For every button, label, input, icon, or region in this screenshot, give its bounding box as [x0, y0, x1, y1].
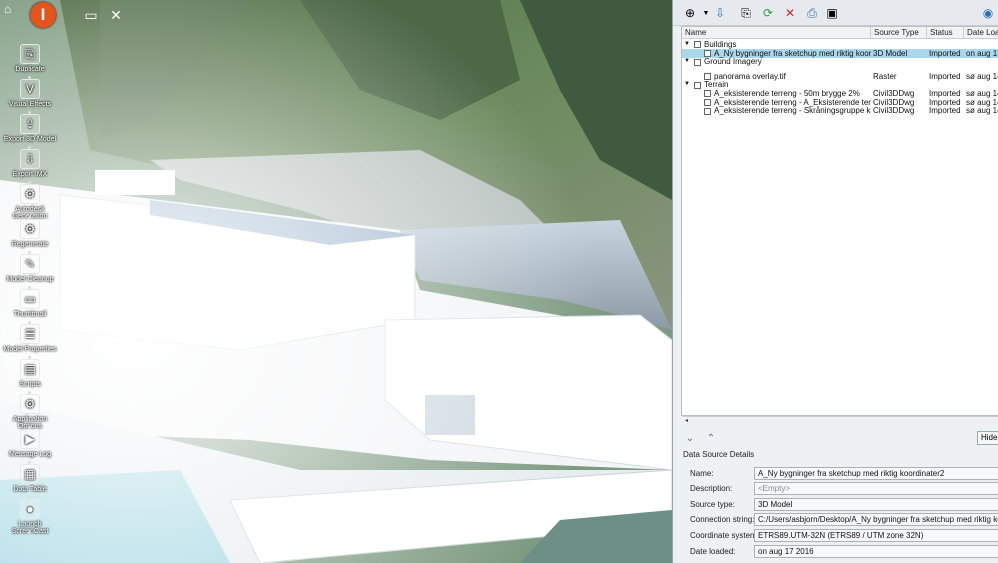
rail-item-label: Duplicate — [15, 66, 45, 73]
import-icon[interactable]: ⇩ — [711, 4, 729, 22]
rail-item-label: Model Cleanup — [6, 276, 54, 283]
rail-item-label: Scripts — [19, 381, 41, 388]
detail-label: Source type: — [690, 500, 735, 509]
regenerate-icon: ⚙ — [20, 219, 40, 239]
tool-rail: ⌂ I ▭ ✕ ⎘ Duplicate V Visual Effects ⇪ Export… — [0, 0, 122, 563]
expand-down-icon[interactable]: ⌄ — [683, 431, 697, 445]
rail-item-regenerate[interactable]: ⚙ Regenerate — [0, 219, 60, 248]
tree-group-row[interactable]: ▼ Ground Imagery — [682, 57, 998, 66]
detail-field-date-loaded[interactable]: on aug 17 2016 — [754, 545, 998, 558]
rail-item-thumbnail[interactable]: ▭ Thumbnail — [0, 289, 60, 318]
rail-item-label: Export IMX — [12, 171, 48, 178]
rail-item-model-cleanup[interactable]: ✎ Model Cleanup — [0, 254, 60, 283]
data-sources-grid: Name Source Type Status Date Load ▼Build… — [681, 26, 998, 416]
rail-item-scripts[interactable]: ▤ Scripts — [0, 359, 60, 388]
rail-item-label: Message Log — [8, 451, 52, 458]
data-sources-toolbar: ⊕ ▼ ⇩ ⎘ ⟳ ✕ ⎙ ▣ ◉ — [673, 0, 998, 26]
rail-separator — [28, 531, 31, 534]
tools-icon[interactable]: ✕ — [105, 6, 127, 24]
detail-field-connection-string[interactable]: C:/Users/asbjorn/Desktop/A_Ny bygninger … — [754, 513, 998, 526]
column-header-date-loaded[interactable]: Date Load — [964, 27, 998, 39]
expand-arrow-icon[interactable]: ▼ — [684, 57, 690, 66]
configure-icon[interactable]: ⎘ — [737, 4, 755, 22]
rail-item-export-3d-model[interactable]: ⇪ Export 3D Model — [0, 114, 60, 143]
export-3d-model-icon: ⇪ — [20, 114, 40, 134]
brand-logo[interactable]: I — [30, 2, 56, 28]
home-icon[interactable]: ⌂ — [4, 2, 11, 16]
detail-label: Connection string: — [690, 515, 755, 524]
detail-field-name[interactable]: A_Ny bygninger fra sketchup med riktig k… — [754, 467, 998, 480]
column-header-name[interactable]: Name — [682, 27, 871, 39]
detail-label: Description: — [690, 484, 733, 493]
source-name: A_eksisterende terreng - Skråningsgruppe… — [714, 106, 871, 116]
column-header-status[interactable]: Status — [927, 27, 964, 39]
screencast-icon: ● — [20, 499, 40, 519]
data-source-row[interactable]: A_eksisterende terreng - Skråningsgruppe… — [682, 106, 998, 115]
source-type: Civil3DDwg — [873, 106, 915, 116]
detail-label: Coordinate system: — [690, 531, 759, 540]
monitor-icon[interactable]: ▭ — [80, 6, 102, 24]
application-options-icon: ⚙ — [20, 394, 40, 414]
detail-label: Name: — [690, 469, 714, 478]
rail-item-screencast[interactable]: ●Launch ScreenCast — [0, 499, 60, 535]
rail-item-label: Regenerate — [11, 241, 49, 248]
detail-label: Date loaded: — [690, 547, 736, 556]
model-cleanup-icon: ✎ — [20, 254, 40, 274]
terrain-scene — [0, 0, 672, 563]
source-date-loaded: sø aug 14 — [966, 106, 998, 116]
checkbox[interactable] — [694, 57, 701, 66]
horizontal-scrollbar[interactable]: ◂ — [683, 416, 998, 425]
rail-item-data-table[interactable]: ▦ Data Table — [0, 464, 60, 493]
model-properties-icon: ☰ — [20, 324, 40, 344]
rail-item-duplicate[interactable]: ⎘ Duplicate — [0, 44, 60, 73]
detail-field-description[interactable]: <Empty> — [754, 482, 998, 495]
duplicate-icon: ⎘ — [20, 44, 40, 64]
generation-icon: ⚙ — [20, 184, 40, 204]
rail-item-label: Visual Effects — [8, 101, 52, 108]
infraworks-window: ⌂ I ▭ ✕ ⎘ Duplicate V Visual Effects ⇪ Export… — [0, 0, 998, 563]
rail-item-visual-effects[interactable]: V Visual Effects — [0, 79, 60, 108]
thumbnail-icon: ▭ — [20, 289, 40, 309]
rail-item-label: Data Table — [13, 486, 47, 493]
checkbox[interactable] — [704, 106, 711, 115]
rail-item-label: Export 3D Model — [3, 136, 57, 143]
refresh-icon[interactable]: ⟳ — [759, 4, 777, 22]
rail-item-application-options[interactable]: ⚙Application Options — [0, 394, 60, 430]
detail-field-coordinate-system[interactable]: ETRS89.UTM-32N (ETRS89 / UTM zone 32N) — [754, 529, 998, 542]
navigation-bar: ⌄ ⌃ Hide D — [673, 429, 998, 447]
rail-item-model-properties[interactable]: ☰ Model Properties — [0, 324, 60, 353]
remove-icon[interactable]: ✕ — [781, 4, 799, 22]
source-status: Imported — [929, 106, 961, 116]
data-sources-panel: ⊕ ▼ ⇩ ⎘ ⟳ ✕ ⎙ ▣ ◉ Name Source Type Statu… — [672, 0, 998, 563]
data-table-icon: ▦ — [20, 464, 40, 484]
rail-item-generation[interactable]: ⚙Autodesk Generation — [0, 184, 60, 220]
column-header-source-type[interactable]: Source Type — [871, 27, 927, 39]
rail-item-label: Thumbnail — [13, 311, 47, 318]
close-source-icon[interactable]: ▣ — [823, 4, 841, 22]
visual-effects-icon: V — [20, 79, 40, 99]
details-title: Data Source Details — [683, 450, 755, 459]
detail-field-source-type[interactable]: 3D Model — [754, 498, 998, 511]
export-imx-icon: ⇩ — [20, 149, 40, 169]
rail-item-export-imx[interactable]: ⇩ Export IMX — [0, 149, 60, 178]
scripts-icon: ▤ — [20, 359, 40, 379]
collapse-up-icon[interactable]: ⌃ — [704, 431, 718, 445]
message-log-icon: ▶ — [20, 429, 40, 449]
export-icon[interactable]: ⎙ — [803, 4, 821, 22]
3d-viewport[interactable]: ⌂ I ▭ ✕ ⎘ Duplicate V Visual Effects ⇪ Export… — [0, 0, 672, 563]
info-icon[interactable]: ◉ — [979, 4, 997, 22]
hide-details-button[interactable]: Hide D — [977, 431, 998, 445]
source-name: Ground Imagery — [704, 57, 762, 67]
rail-item-label: Model Properties — [3, 346, 57, 353]
rail-item-message-log[interactable]: ▶ Message Log — [0, 429, 60, 458]
